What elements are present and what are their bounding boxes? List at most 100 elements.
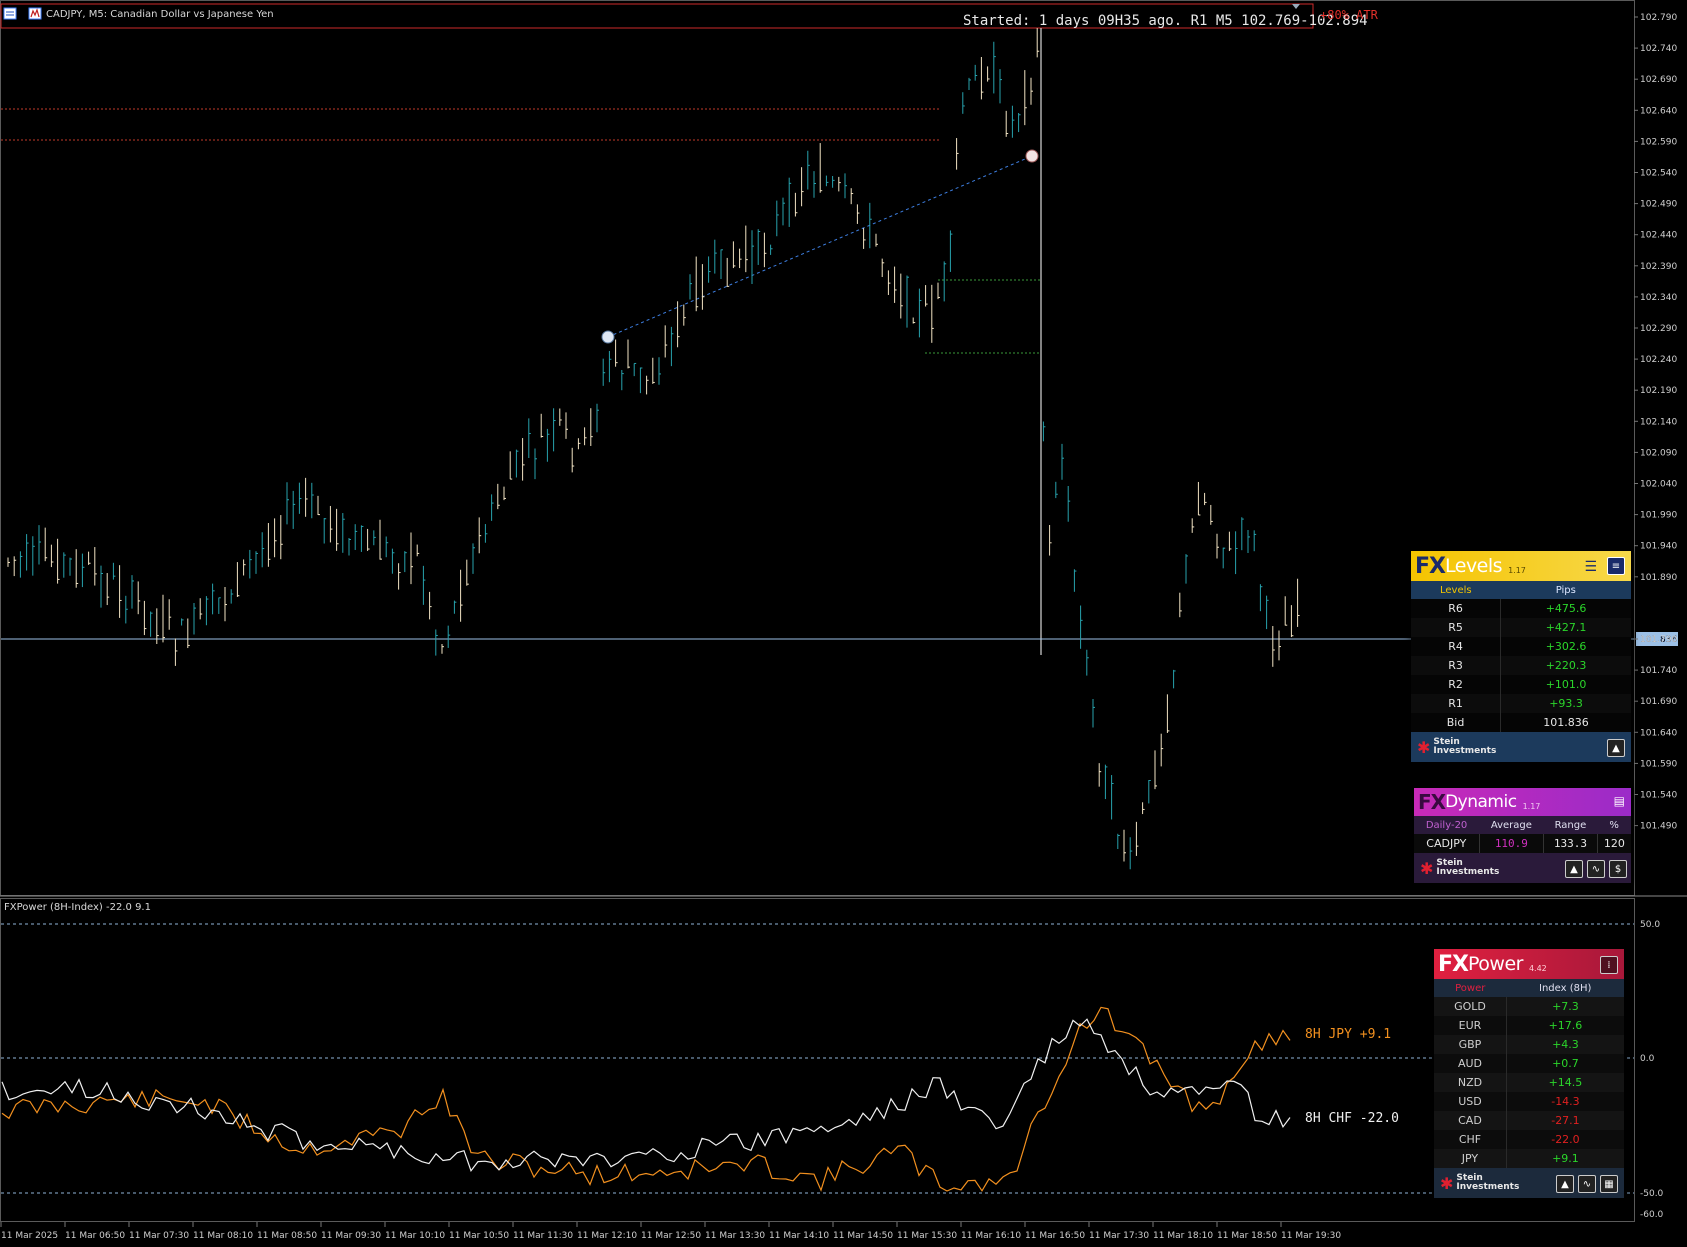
list-icon[interactable]: ≡ [1607, 557, 1625, 575]
stein-logo-icon: ✱ [1417, 737, 1431, 757]
currency-index: +0.7 [1552, 1057, 1579, 1070]
currency-index: -22.0 [1551, 1133, 1580, 1146]
fxdynamic-row[interactable]: CADJPY 110.9 133.3 120 [1414, 834, 1631, 853]
fxlevels-row[interactable]: R2 +101.0 [1411, 675, 1631, 694]
fxlevels-row[interactable]: R1 +93.3 [1411, 694, 1631, 713]
grid-icon[interactable]: ⁞ [1600, 956, 1618, 974]
fxlevels-row[interactable]: R5 +427.1 [1411, 618, 1631, 637]
chart-icon[interactable]: ∿ [1587, 860, 1605, 878]
fxpower-row[interactable]: EUR +17.6 [1434, 1016, 1624, 1035]
col-index: Index (8H) [1539, 982, 1592, 994]
alert-bell-icon[interactable]: ▲ [1607, 739, 1625, 757]
currency-name: NZD [1434, 1073, 1507, 1092]
alert-bell-icon[interactable]: ▲ [1565, 860, 1583, 878]
currency-name: USD [1434, 1092, 1507, 1111]
price-axis-label: 101.740 [1640, 666, 1677, 676]
time-axis-label: 11 Mar 15:30 [897, 1231, 957, 1241]
time-axis-label: 11 Mar 10:10 [385, 1231, 445, 1241]
menu-icon[interactable]: ☰ [1584, 559, 1597, 575]
time-axis-label: 11 Mar 18:10 [1153, 1231, 1213, 1241]
fxpower-row[interactable]: CAD -27.1 [1434, 1111, 1624, 1130]
col-daily: Daily-20 [1425, 819, 1468, 831]
col-levels: Levels [1439, 584, 1472, 596]
currency-icon[interactable]: $ [1609, 860, 1627, 878]
indicator-header: FXPower (8H-Index) -22.0 9.1 [4, 902, 151, 913]
price-axis[interactable]: 102.790 102.740 102.690 102.640 102.590 102.5… [1634, 13, 1677, 832]
level-pips: +101.0 [1545, 678, 1587, 691]
col-power: Power [1455, 982, 1486, 994]
bar-chart-icon[interactable]: ▤ [1614, 794, 1625, 808]
time-axis-label: 11 Mar 16:50 [1025, 1231, 1085, 1241]
time-axis-label: 11 Mar 08:50 [257, 1231, 317, 1241]
currency-name: CHF [1434, 1130, 1507, 1149]
time-axis-label: 11 Mar 09:30 [321, 1231, 381, 1241]
col-average: Average [1490, 819, 1532, 831]
stein-logo-icon: ✱ [1440, 1173, 1454, 1193]
price-axis-label: 102.590 [1640, 137, 1677, 147]
fxpower-row[interactable]: CHF -22.0 [1434, 1130, 1624, 1149]
fxpower-row[interactable]: AUD +0.7 [1434, 1054, 1624, 1073]
price-axis-label: 101.540 [1640, 791, 1677, 801]
price-axis-label: 102.240 [1640, 355, 1677, 365]
fxlevels-row[interactable]: Bid 101.836 [1411, 713, 1631, 732]
dyn-average: 110.9 [1479, 834, 1545, 853]
stein-logo-icon: ✱ [1420, 858, 1434, 878]
fxpower-row[interactable]: NZD +14.5 [1434, 1073, 1624, 1092]
fxdynamic-title: Dynamic [1445, 792, 1517, 812]
fxlevels-row[interactable]: R4 +302.6 [1411, 637, 1631, 656]
time-axis-label: 11 Mar 12:50 [641, 1231, 701, 1241]
currency-name: EUR [1434, 1016, 1507, 1035]
trade-entry-icon[interactable] [601, 330, 615, 344]
level-pips: +302.6 [1545, 640, 1587, 653]
dyn-symbol: CADJPY [1414, 834, 1480, 853]
fxpower-panel: FX Power 4.42 ⁞ Power Index (8H) GOLD +7.3… [1434, 949, 1624, 1198]
trade-exit-icon[interactable] [1025, 149, 1039, 163]
fxpower-row[interactable]: GOLD +7.3 [1434, 997, 1624, 1016]
price-axis-label: 101.690 [1640, 697, 1677, 707]
jpy-line-label: 8H JPY +9.1 [1305, 1027, 1391, 1042]
fxpower-row[interactable]: JPY +9.1 [1434, 1149, 1624, 1168]
fxlevels-row[interactable]: R3 +220.3 [1411, 656, 1631, 675]
level-name: R1 [1411, 694, 1502, 713]
alert-bell-icon[interactable]: ▲ [1556, 1175, 1574, 1193]
fxpower-version: 4.42 [1528, 963, 1547, 973]
time-axis-label: 11 Mar 08:10 [193, 1231, 253, 1241]
time-axis[interactable]: 11 Mar 2025 11 Mar 06:50 11 Mar 07:30 11 Ma… [0, 1222, 1341, 1241]
level-name: Bid [1411, 713, 1502, 732]
dyn-range: 133.3 [1543, 834, 1598, 853]
jpy-strength-line[interactable] [1, 1006, 1291, 1192]
chf-strength-line[interactable] [1, 1018, 1291, 1172]
price-axis-label: 102.090 [1640, 448, 1677, 458]
fxpower-header[interactable]: FX Power 4.42 ⁞ [1434, 949, 1624, 979]
price-axis-label: 102.140 [1640, 417, 1677, 427]
level-pips: +93.3 [1549, 697, 1583, 710]
fxlevels-footer: ✱ Stein Investments ▲ [1411, 732, 1631, 762]
price-axis-label: 101.890 [1640, 573, 1677, 583]
price-axis-label: 102.390 [1640, 262, 1677, 272]
ind-axis-50: 50.0 [1640, 920, 1660, 930]
currency-name: GBP [1434, 1035, 1507, 1054]
level-name: R5 [1411, 618, 1502, 637]
chart-icon[interactable]: ∿ [1578, 1175, 1596, 1193]
table-icon[interactable]: ▦ [1600, 1175, 1618, 1193]
price-axis-label: 102.040 [1640, 480, 1677, 490]
fxlevels-row[interactable]: R6 +475.6 [1411, 599, 1631, 618]
fxdynamic-fx-label: FX [1418, 790, 1446, 814]
fxdynamic-header[interactable]: FX Dynamic 1.17 ▤ [1414, 788, 1631, 816]
atr-text: +80% ATR [1320, 8, 1379, 22]
currency-index: +14.5 [1548, 1076, 1583, 1089]
chf-line-label: 8H CHF -22.0 [1305, 1111, 1399, 1126]
fxpower-row[interactable]: USD -14.3 [1434, 1092, 1624, 1111]
currency-index: +17.6 [1548, 1019, 1583, 1032]
fxlevels-header[interactable]: FX Levels 1.17 ☰ ≡ [1411, 551, 1631, 581]
price-axis-label: 101.990 [1640, 511, 1677, 521]
chart-type-icon[interactable] [3, 7, 17, 20]
fxpower-row[interactable]: GBP +4.3 [1434, 1035, 1624, 1054]
time-axis-label: 11 Mar 14:10 [769, 1231, 829, 1241]
fxlevels-panel: FX Levels 1.17 ☰ ≡ Levels Pips R6 +475.6 R5… [1411, 551, 1631, 762]
level-name: R4 [1411, 637, 1502, 656]
currency-name: GOLD [1434, 997, 1507, 1016]
ind-axis-minus50: -50.0 [1640, 1189, 1664, 1199]
time-axis-label: 11 Mar 14:50 [833, 1231, 893, 1241]
level-pips: +475.6 [1545, 602, 1587, 615]
